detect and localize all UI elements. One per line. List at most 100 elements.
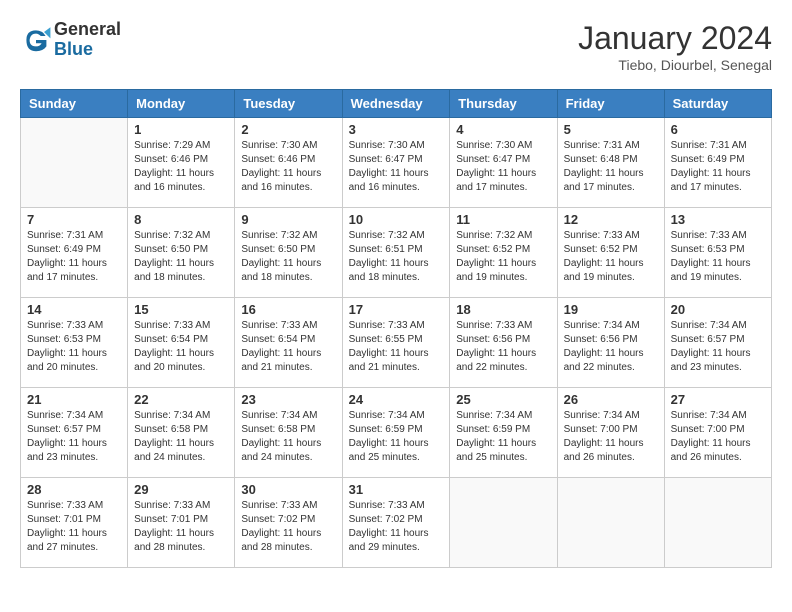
day-number: 25 <box>456 392 550 407</box>
day-number: 11 <box>456 212 550 227</box>
day-detail: Sunrise: 7:33 AMSunset: 6:56 PMDaylight:… <box>456 319 550 375</box>
day-detail: Sunrise: 7:34 AMSunset: 6:59 PMDaylight:… <box>349 409 444 465</box>
day-detail: Sunrise: 7:34 AMSunset: 6:57 PMDaylight:… <box>27 409 121 465</box>
day-number: 16 <box>241 302 335 317</box>
day-number: 8 <box>134 212 228 227</box>
calendar-cell: 31Sunrise: 7:33 AMSunset: 7:02 PMDayligh… <box>342 478 450 568</box>
day-detail: Sunrise: 7:30 AMSunset: 6:46 PMDaylight:… <box>241 139 335 195</box>
calendar-cell: 5 Sunrise: 7:31 AMSunset: 6:48 PMDaylight… <box>557 118 664 208</box>
day-detail: Sunrise: 7:34 AMSunset: 7:00 PMDaylight:… <box>671 409 765 465</box>
day-detail: Sunrise: 7:33 AMSunset: 6:53 PMDaylight:… <box>27 319 121 375</box>
day-detail: Sunrise: 7:31 AMSunset: 6:48 PMDaylight:… <box>564 139 658 195</box>
calendar-cell: 21Sunrise: 7:34 AMSunset: 6:57 PMDayligh… <box>21 388 128 478</box>
calendar-cell: 11 Sunrise: 7:32 AMSunset: 6:52 PMDayligh… <box>450 208 557 298</box>
calendar-cell: 16 Sunrise: 7:33 AMSunset: 6:54 PMDayligh… <box>235 298 342 388</box>
calendar-cell: 23 Sunrise: 7:34 AMSunset: 6:58 PMDayligh… <box>235 388 342 478</box>
logo-blue-text: Blue <box>54 40 121 60</box>
page-header: General Blue January 2024 Tiebo, Diourbe… <box>20 20 772 73</box>
day-number: 12 <box>564 212 658 227</box>
col-header-sunday: Sunday <box>21 90 128 118</box>
day-number: 26 <box>564 392 658 407</box>
day-detail: Sunrise: 7:34 AMSunset: 6:59 PMDaylight:… <box>456 409 550 465</box>
day-number: 28 <box>27 482 121 497</box>
calendar-cell: 14 Sunrise: 7:33 AMSunset: 6:53 PMDayligh… <box>21 298 128 388</box>
day-number: 27 <box>671 392 765 407</box>
calendar-cell: 18 Sunrise: 7:33 AMSunset: 6:56 PMDayligh… <box>450 298 557 388</box>
logo: General Blue <box>20 20 121 60</box>
col-header-thursday: Thursday <box>450 90 557 118</box>
day-number: 2 <box>241 122 335 137</box>
day-detail: Sunrise: 7:33 AMSunset: 7:01 PMDaylight:… <box>27 499 121 555</box>
calendar-cell: 20 Sunrise: 7:34 AMSunset: 6:57 PMDayligh… <box>664 298 771 388</box>
day-detail: Sunrise: 7:33 AMSunset: 6:53 PMDaylight:… <box>671 229 765 285</box>
day-detail: Sunrise: 7:34 AMSunset: 6:56 PMDaylight:… <box>564 319 658 375</box>
day-number: 13 <box>671 212 765 227</box>
day-detail: Sunrise: 7:33 AMSunset: 7:02 PMDaylight:… <box>241 499 335 555</box>
calendar-cell: 29 Sunrise: 7:33 AMSunset: 7:01 PMDayligh… <box>128 478 235 568</box>
day-detail: Sunrise: 7:34 AMSunset: 7:00 PMDaylight:… <box>564 409 658 465</box>
calendar-cell: 22Sunrise: 7:34 AMSunset: 6:58 PMDayligh… <box>128 388 235 478</box>
calendar-cell: 6Sunrise: 7:31 AMSunset: 6:49 PMDaylight… <box>664 118 771 208</box>
calendar-table: SundayMondayTuesdayWednesdayThursdayFrid… <box>20 89 772 568</box>
day-detail: Sunrise: 7:34 AMSunset: 6:57 PMDaylight:… <box>671 319 765 375</box>
day-number: 18 <box>456 302 550 317</box>
day-number: 22 <box>134 392 228 407</box>
calendar-cell: 30Sunrise: 7:33 AMSunset: 7:02 PMDayligh… <box>235 478 342 568</box>
day-detail: Sunrise: 7:33 AMSunset: 6:55 PMDaylight:… <box>349 319 444 375</box>
day-number: 5 <box>564 122 658 137</box>
col-header-tuesday: Tuesday <box>235 90 342 118</box>
day-detail: Sunrise: 7:33 AMSunset: 6:54 PMDaylight:… <box>134 319 228 375</box>
week-row-1: 1 Sunrise: 7:29 AMSunset: 6:46 PMDaylight… <box>21 118 772 208</box>
day-number: 15 <box>134 302 228 317</box>
day-detail: Sunrise: 7:32 AMSunset: 6:51 PMDaylight:… <box>349 229 444 285</box>
day-number: 29 <box>134 482 228 497</box>
col-header-friday: Friday <box>557 90 664 118</box>
week-row-5: 28 Sunrise: 7:33 AMSunset: 7:01 PMDayligh… <box>21 478 772 568</box>
title-block: January 2024 Tiebo, Diourbel, Senegal <box>578 20 772 73</box>
calendar-cell: 10 Sunrise: 7:32 AMSunset: 6:51 PMDayligh… <box>342 208 450 298</box>
day-detail: Sunrise: 7:33 AMSunset: 7:02 PMDaylight:… <box>349 499 444 555</box>
calendar-cell: 4 Sunrise: 7:30 AMSunset: 6:47 PMDaylight… <box>450 118 557 208</box>
logo-text: General Blue <box>54 20 121 60</box>
calendar-cell: 9 Sunrise: 7:32 AMSunset: 6:50 PMDaylight… <box>235 208 342 298</box>
calendar-cell: 19Sunrise: 7:34 AMSunset: 6:56 PMDayligh… <box>557 298 664 388</box>
day-number: 23 <box>241 392 335 407</box>
day-detail: Sunrise: 7:34 AMSunset: 6:58 PMDaylight:… <box>241 409 335 465</box>
calendar-cell: 15 Sunrise: 7:33 AMSunset: 6:54 PMDayligh… <box>128 298 235 388</box>
day-detail: Sunrise: 7:30 AMSunset: 6:47 PMDaylight:… <box>456 139 550 195</box>
calendar-cell: 28 Sunrise: 7:33 AMSunset: 7:01 PMDayligh… <box>21 478 128 568</box>
logo-icon <box>20 24 52 56</box>
calendar-cell <box>664 478 771 568</box>
calendar-cell: 27 Sunrise: 7:34 AMSunset: 7:00 PMDayligh… <box>664 388 771 478</box>
week-row-4: 21Sunrise: 7:34 AMSunset: 6:57 PMDayligh… <box>21 388 772 478</box>
calendar-cell: 26 Sunrise: 7:34 AMSunset: 7:00 PMDayligh… <box>557 388 664 478</box>
col-header-monday: Monday <box>128 90 235 118</box>
calendar-cell: 2 Sunrise: 7:30 AMSunset: 6:46 PMDaylight… <box>235 118 342 208</box>
day-number: 14 <box>27 302 121 317</box>
day-detail: Sunrise: 7:32 AMSunset: 6:52 PMDaylight:… <box>456 229 550 285</box>
week-row-2: 7Sunrise: 7:31 AMSunset: 6:49 PMDaylight… <box>21 208 772 298</box>
calendar-cell <box>450 478 557 568</box>
col-header-saturday: Saturday <box>664 90 771 118</box>
day-detail: Sunrise: 7:33 AMSunset: 6:54 PMDaylight:… <box>241 319 335 375</box>
day-number: 9 <box>241 212 335 227</box>
day-number: 10 <box>349 212 444 227</box>
day-number: 1 <box>134 122 228 137</box>
day-number: 20 <box>671 302 765 317</box>
day-detail: Sunrise: 7:33 AMSunset: 6:52 PMDaylight:… <box>564 229 658 285</box>
month-year-title: January 2024 <box>578 20 772 57</box>
day-detail: Sunrise: 7:33 AMSunset: 7:01 PMDaylight:… <box>134 499 228 555</box>
calendar-cell <box>21 118 128 208</box>
location-subtitle: Tiebo, Diourbel, Senegal <box>578 57 772 73</box>
day-detail: Sunrise: 7:30 AMSunset: 6:47 PMDaylight:… <box>349 139 444 195</box>
calendar-cell: 25 Sunrise: 7:34 AMSunset: 6:59 PMDayligh… <box>450 388 557 478</box>
calendar-cell: 13 Sunrise: 7:33 AMSunset: 6:53 PMDayligh… <box>664 208 771 298</box>
day-number: 4 <box>456 122 550 137</box>
calendar-cell: 12 Sunrise: 7:33 AMSunset: 6:52 PMDayligh… <box>557 208 664 298</box>
day-number: 7 <box>27 212 121 227</box>
logo-general-text: General <box>54 20 121 40</box>
calendar-cell: 1 Sunrise: 7:29 AMSunset: 6:46 PMDaylight… <box>128 118 235 208</box>
day-detail: Sunrise: 7:32 AMSunset: 6:50 PMDaylight:… <box>241 229 335 285</box>
day-detail: Sunrise: 7:31 AMSunset: 6:49 PMDaylight:… <box>671 139 765 195</box>
day-detail: Sunrise: 7:29 AMSunset: 6:46 PMDaylight:… <box>134 139 228 195</box>
